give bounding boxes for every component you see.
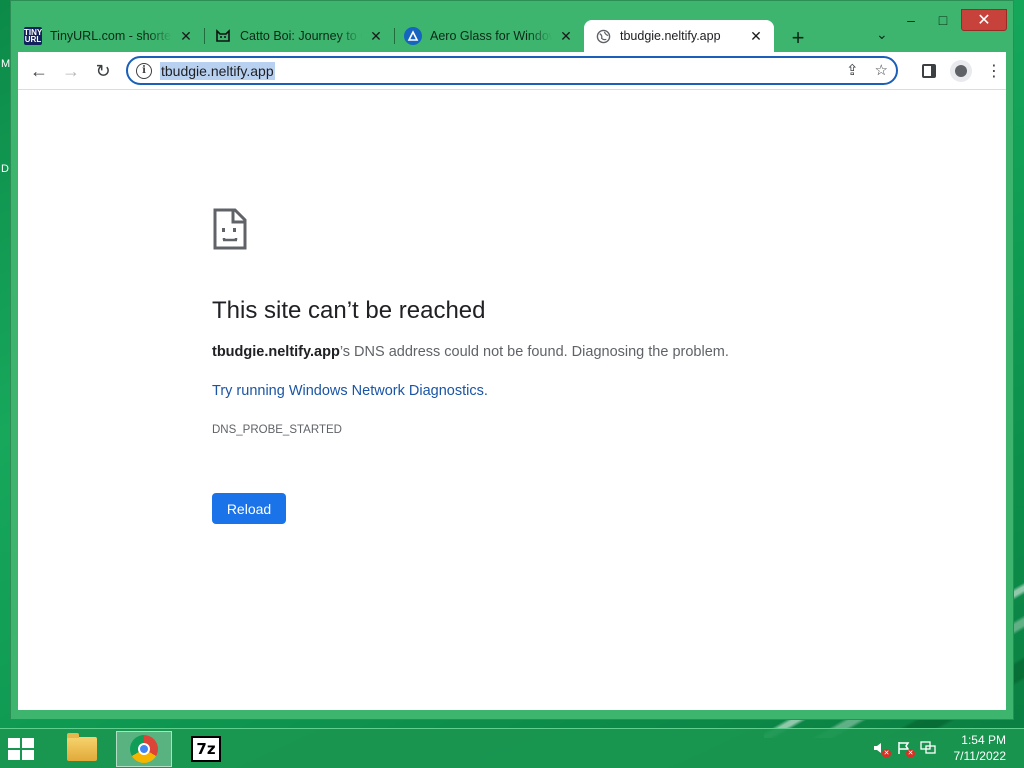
forward-button[interactable]: → [58,58,84,84]
close-icon[interactable]: ✕ [748,28,764,45]
tab-title: TinyURL.com - shortener [50,29,172,43]
chrome-icon [130,735,158,763]
maximize-button[interactable]: □ [929,9,957,31]
error-description: tbudgie.neltify.app’s DNS address could … [212,344,729,360]
close-icon[interactable]: ✕ [178,28,194,45]
tab-tinyurl[interactable]: TINY URL TinyURL.com - shortener ✕ [14,20,204,52]
link-suffix: . [483,383,488,399]
tab-catto-boi[interactable]: Catto Boi: Journey to Catto ✕ [204,20,394,52]
aero-glass-icon [404,27,422,45]
tab-aero-glass[interactable]: Aero Glass for Windows ✕ [394,20,584,52]
taskbar-file-explorer[interactable] [54,731,110,767]
network-icon[interactable] [920,740,936,756]
error-title: This site can’t be reached [212,297,486,324]
system-tray: ✕ ✕ [872,740,936,758]
close-icon[interactable]: ✕ [558,28,574,45]
taskbar-clock[interactable]: 1:54 PM 7/11/2022 [954,732,1007,764]
url-input[interactable]: tbudgie.neltify.app [160,61,275,80]
reload-button[interactable]: Reload [212,493,286,524]
clock-time: 1:54 PM [961,733,1006,747]
page-content: This site can’t be reached tbudgie.nelti… [18,90,1006,710]
error-code: DNS_PROBE_STARTED [212,424,342,436]
7zip-icon: 7z [191,736,221,762]
reload-icon-button[interactable]: ↻ [90,58,116,84]
clock-date: 7/11/2022 [953,749,1007,763]
volume-muted-icon[interactable]: ✕ [872,740,891,758]
network-diagnostics-link[interactable]: Try running Windows Network Diagnostics [212,383,484,399]
minimize-button[interactable]: – [897,9,925,31]
windows-logo-icon [8,738,38,760]
back-button[interactable]: ← [26,58,52,84]
address-bar-actions: ⇪ ☆ [846,61,888,79]
close-icon[interactable]: ✕ [368,28,384,45]
toolbar-actions: ⋮ [922,60,1002,82]
tab-tbudgie[interactable]: tbudgie.neltify.app ✕ [584,20,774,52]
tinyurl-icon: TINY URL [23,27,43,45]
cat-icon [214,27,232,45]
tab-strip: TINY URL TinyURL.com - shortener ✕ Catto… [14,20,774,52]
desktop-edge-letter: D [1,163,9,175]
bookmark-star-icon[interactable]: ☆ [875,61,888,79]
diagnostics-link-row: Try running Windows Network Diagnostics. [212,383,488,399]
error-description-text: ’s DNS address could not be found. Diagn… [339,344,729,360]
action-center-flag-icon[interactable]: ✕ [896,740,915,758]
tab-title: tbudgie.neltify.app [620,29,721,43]
side-panel-icon[interactable] [922,64,936,78]
browser-toolbar: ← → ↻ i tbudgie.neltify.app ⇪ ☆ ⋮ [18,52,1006,90]
share-icon[interactable]: ⇪ [846,61,859,79]
address-bar[interactable]: i tbudgie.neltify.app ⇪ ☆ [126,56,898,85]
error-host: tbudgie.neltify.app [212,344,340,360]
tab-search-button[interactable]: ⌄ [876,26,888,43]
globe-icon [594,27,612,45]
new-tab-button[interactable]: + [786,25,810,51]
taskbar-7zip[interactable]: 7z [178,731,234,767]
close-window-button[interactable]: ✕ [961,9,1007,31]
profile-avatar-icon[interactable] [950,60,972,82]
window-caption-buttons: – □ ✕ [897,9,1007,31]
tab-title: Catto Boi: Journey to Catto [240,29,362,43]
taskbar: 7z ✕ ✕ 1:54 PM 7/11/2022 [0,728,1024,768]
start-button[interactable] [8,738,38,762]
info-icon[interactable]: i [136,62,152,79]
taskbar-chrome[interactable] [116,731,172,767]
desktop-edge-letter: M [1,58,11,70]
folder-icon [67,733,97,761]
menu-icon[interactable]: ⋮ [986,61,1002,81]
tab-title: Aero Glass for Windows [430,29,552,43]
sad-document-icon [212,207,248,256]
